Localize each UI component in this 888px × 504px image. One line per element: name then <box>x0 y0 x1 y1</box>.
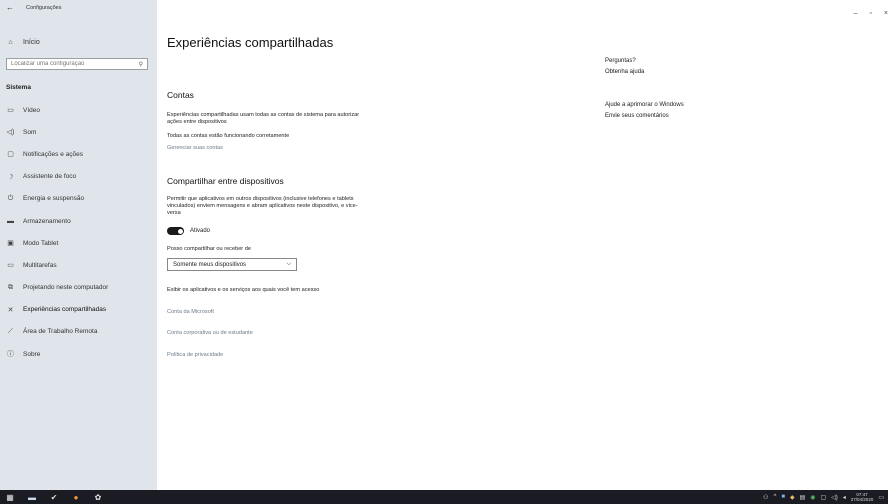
sidebar-item-sound[interactable]: ◁) Som <box>6 121 154 143</box>
sidebar-item-label: Modo Tablet <box>23 239 59 247</box>
people-icon[interactable]: ⚇ <box>763 494 768 501</box>
dropdown-value: Somente meus dispositivos <box>173 261 247 268</box>
microsoft-account-link[interactable]: Conta da Microsoft <box>167 309 214 315</box>
sidebar-item-storage[interactable]: ▬ Armazenamento <box>6 210 154 232</box>
sidebar-item-home[interactable]: ⌂ Início <box>6 39 40 46</box>
sidebar-item-label: Assistente de foco <box>23 173 77 181</box>
chevron-up-icon[interactable]: ^ <box>773 494 776 500</box>
improve-heading: Ajude a aprimorar o Windows <box>605 102 684 108</box>
maximize-icon[interactable]: ▫ <box>869 10 871 17</box>
work-account-link[interactable]: Conta corporativa ou de estudante <box>167 330 253 336</box>
share-toggle[interactable]: Ativado <box>167 227 210 235</box>
sidebar-item-label: Armazenamento <box>23 217 71 225</box>
sidebar: ← Configurações ⌂ Início ⚲ Sistema ▭ Víd… <box>0 0 157 490</box>
sidebar-item-notifications[interactable]: ▢ Notificações e ações <box>6 143 154 165</box>
taskbar-apps: ▦ ▬ ✔ ● ✿ <box>0 493 103 502</box>
share-heading: Compartilhar entre dispositivos <box>167 176 284 186</box>
apps-services-link[interactable]: Exibir os aplicativos e os serviços aos … <box>167 287 319 293</box>
questions-heading: Perguntas? <box>605 58 636 64</box>
privacy-policy-link[interactable]: Política de privacidade <box>167 352 223 358</box>
chat-icon[interactable]: ▢ <box>820 494 826 501</box>
keyboard-icon[interactable]: ◂ <box>843 494 846 501</box>
tray-app-icon-2[interactable]: ◆ <box>790 494 795 501</box>
sidebar-item-label: Som <box>23 128 37 136</box>
manage-accounts-link[interactable]: Gerenciar suas contas <box>167 145 223 151</box>
nav-list: ▭ Vídeo ◁) Som ▢ Notificações e ações ☽ … <box>6 99 154 365</box>
clock-date: 27/04/2020 <box>850 497 874 502</box>
toggle-switch[interactable] <box>167 227 184 235</box>
volume-icon[interactable]: ◁) <box>831 494 838 501</box>
chevron-down-icon: ⌵ <box>286 261 291 267</box>
sidebar-item-label: Sobre <box>23 350 41 358</box>
dropdown-label: Posso compartilhar ou receber de <box>167 246 251 252</box>
sidebar-item-label: Multitarefas <box>23 261 57 269</box>
sidebar-item-remote-desktop[interactable]: ⟋ Área de Trabalho Remota <box>6 321 154 343</box>
window-title: Configurações <box>26 5 62 11</box>
sidebar-item-label: Projetando neste computador <box>23 284 109 292</box>
minimize-icon[interactable]: – <box>854 10 858 17</box>
sidebar-item-about[interactable]: ⓘ Sobre <box>6 343 154 365</box>
sidebar-item-label: Experiências compartilhadas <box>23 306 107 314</box>
power-icon: ⏻ <box>7 194 14 202</box>
multitask-icon: ▭ <box>7 262 14 270</box>
accounts-heading: Contas <box>167 90 194 100</box>
pen-icon[interactable]: ✔ <box>49 493 59 502</box>
message-icon: ▢ <box>7 151 14 159</box>
toggle-label: Ativado <box>190 228 211 234</box>
info-icon: ⓘ <box>7 351 14 359</box>
search-icon: ⚲ <box>138 61 143 68</box>
sidebar-item-label: Vídeo <box>23 106 40 114</box>
sidebar-item-video[interactable]: ▭ Vídeo <box>6 99 154 121</box>
sidebar-item-projecting[interactable]: ⧉ Projetando neste computador <box>6 277 154 299</box>
sidebar-item-label: Notificações e ações <box>23 150 83 158</box>
search-input[interactable] <box>11 61 131 67</box>
windows-start-icon[interactable]: ▦ <box>5 493 15 502</box>
remote-icon: ⟋ <box>8 327 13 335</box>
mail-icon[interactable]: ▬ <box>27 493 37 502</box>
firefox-icon[interactable]: ● <box>71 493 81 502</box>
sidebar-item-label: Início <box>23 39 40 46</box>
section-heading: Sistema <box>6 84 31 91</box>
taskbar: ▦ ▬ ✔ ● ✿ ⚇ ^ ■ ◆ ▤ ◉ ▢ ◁) ◂ 07:47 27/04… <box>0 490 888 504</box>
accounts-description: Experiências compartilhadas usam todas a… <box>167 112 360 125</box>
share-description: Permitir que aplicativos em outros dispo… <box>167 196 358 216</box>
page-title: Experiências compartilhadas <box>167 35 334 50</box>
speaker-icon: ◁) <box>6 129 15 137</box>
storage-icon: ▬ <box>7 217 14 225</box>
sidebar-item-tablet[interactable]: ▣ Modo Tablet <box>6 232 154 254</box>
sidebar-item-focus-assist[interactable]: ☽ Assistente de foco <box>6 166 154 188</box>
feedback-link[interactable]: Envie seus comentários <box>605 113 669 119</box>
close-icon[interactable]: × <box>884 10 888 17</box>
window-controls: – ▫ × <box>854 10 888 17</box>
tablet-icon: ▣ <box>7 240 14 248</box>
back-arrow-icon[interactable]: ← <box>6 4 14 12</box>
accounts-status: Todas as contas estão funcionando corret… <box>167 133 290 139</box>
network-icon[interactable]: ▤ <box>800 494 806 501</box>
moon-icon: ☽ <box>7 173 14 181</box>
sidebar-item-label: Energia e suspensão <box>23 195 85 203</box>
share-scope-dropdown[interactable]: Somente meus dispositivos ⌵ <box>167 258 297 271</box>
settings-gear-icon[interactable]: ✿ <box>93 493 103 502</box>
security-icon[interactable]: ◉ <box>810 494 815 501</box>
sidebar-item-shared-experiences[interactable]: ✕ Experiências compartilhadas <box>6 299 154 321</box>
project-icon: ⧉ <box>8 283 13 291</box>
notification-icon[interactable]: ▭ <box>878 494 884 501</box>
clock[interactable]: 07:47 27/04/2020 <box>851 492 874 502</box>
shared-icon: ✕ <box>7 306 14 314</box>
system-tray: ⚇ ^ ■ ◆ ▤ ◉ ▢ ◁) ◂ 07:47 27/04/2020 ▭ <box>763 492 884 502</box>
home-icon: ⌂ <box>8 39 13 46</box>
sidebar-item-multitasking[interactable]: ▭ Multitarefas <box>6 254 154 276</box>
search-field[interactable]: ⚲ <box>6 58 148 70</box>
main-content: – ▫ × Experiências compartilhadas Contas… <box>157 0 888 490</box>
sidebar-item-label: Área de Trabalho Remota <box>23 328 98 336</box>
tray-app-icon[interactable]: ■ <box>781 494 785 500</box>
monitor-icon: ▭ <box>7 107 14 115</box>
get-help-link[interactable]: Obtenha ajuda <box>605 69 644 75</box>
titlebar: ← Configurações <box>6 4 61 12</box>
sidebar-item-power[interactable]: ⏻ Energia e suspensão <box>6 188 154 210</box>
